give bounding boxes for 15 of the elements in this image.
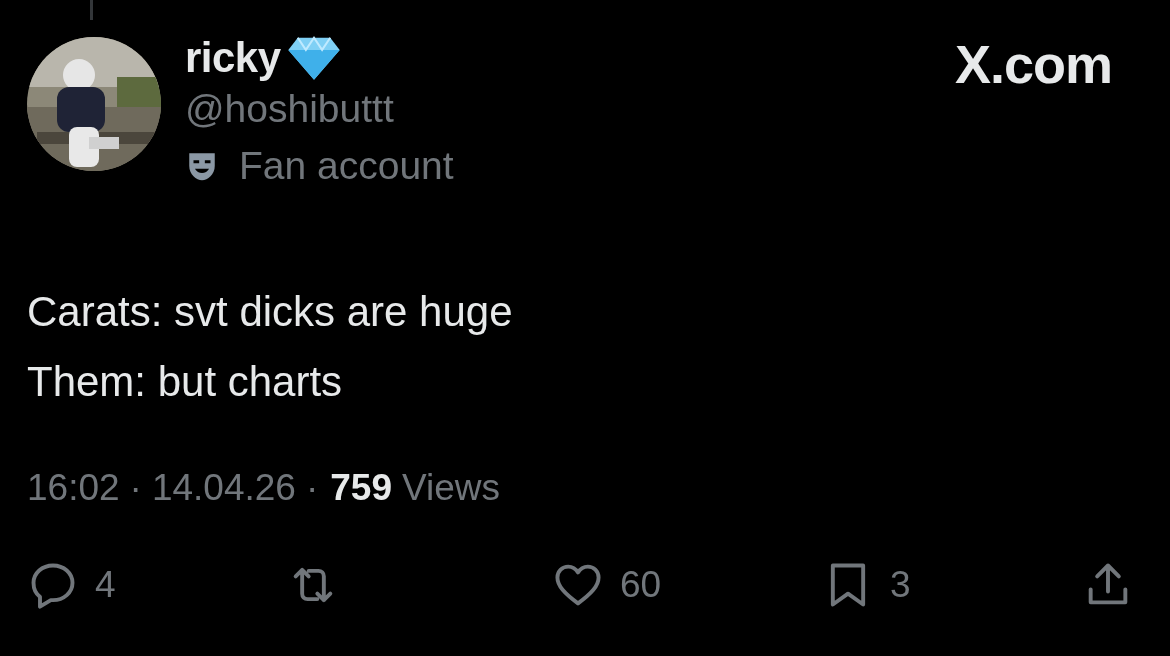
tweet-text: Them: but charts <box>27 357 344 407</box>
post-date[interactable]: 14.04.26 <box>151 467 296 509</box>
separator-dot: · <box>129 467 142 509</box>
views-label: Views <box>402 467 501 509</box>
action-count: 3 <box>890 564 911 606</box>
site-watermark: X.com <box>954 33 1112 95</box>
separator-dot: · <box>305 467 319 509</box>
action-count: 60 <box>620 564 662 606</box>
display-name[interactable]: ricky <box>185 34 281 82</box>
post-time[interactable]: 16:02 <box>27 467 120 509</box>
tweet-text: Carats: svt dicks are huge <box>27 287 514 337</box>
account-label: Fan account <box>239 144 454 188</box>
action-count: 4 <box>95 564 116 606</box>
views-count: 759 <box>330 467 392 509</box>
user-handle[interactable]: @hoshibuttt <box>185 83 454 135</box>
